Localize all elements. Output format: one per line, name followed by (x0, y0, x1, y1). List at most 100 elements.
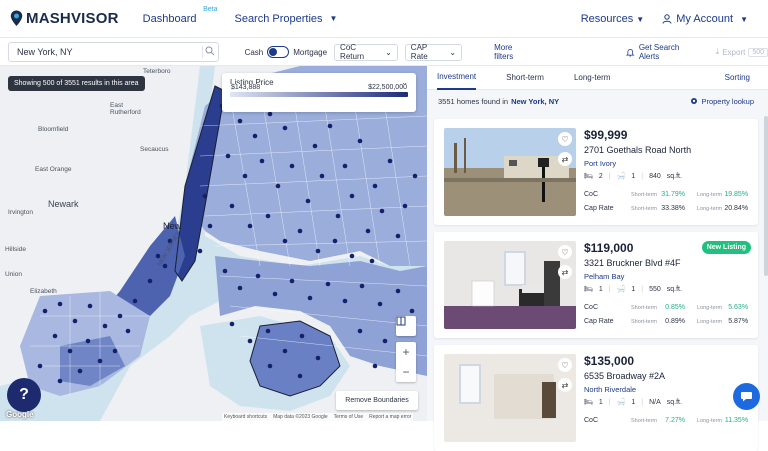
map-data-text: Map data ©2023 Google (273, 414, 328, 420)
search-alerts-button[interactable]: Get Search Alerts (626, 43, 697, 61)
cap-rate-dropdown[interactable]: CAP Rate ⌄ (404, 43, 463, 61)
beta-badge: Beta (203, 5, 218, 13)
listing-photo[interactable]: ♡ ⇄ (444, 128, 576, 216)
compare-icon[interactable]: ⇄ (558, 265, 572, 279)
short-term-label: Short-term (631, 205, 657, 212)
logo[interactable]: MASHVISOR (10, 10, 119, 27)
cap-short-value: 0.89% (665, 318, 685, 325)
compare-icon[interactable]: ⇄ (558, 378, 572, 392)
layers-button[interactable] (396, 316, 416, 336)
chevron-down-icon: ⌄ (385, 47, 392, 57)
nav-my-account[interactable]: My Account ▼ (662, 13, 748, 25)
listing-neighborhood[interactable]: North Riverdale (584, 385, 636, 394)
top-navigation: MASHVISOR Dashboard Beta Search Properti… (0, 0, 768, 38)
help-button[interactable]: ? (7, 378, 41, 412)
coc-row: CoC Short-term 31.79% Long-term 19.85% (584, 191, 751, 198)
search-icon[interactable] (201, 46, 214, 58)
strategy-tabs: Investment Short-term Long-term Sorting (427, 66, 768, 90)
keyboard-shortcuts-link[interactable]: Keyboard shortcuts (224, 414, 267, 420)
beds: 1 (598, 398, 603, 406)
listing-card[interactable]: ♡ ⇄ $119,000 New Listing 3321 Bruckner B… (434, 232, 758, 338)
cap-long-value: 20.84% (724, 205, 749, 212)
coc-label: CoC (584, 304, 599, 311)
listing-photo[interactable]: ♡ ⇄ (444, 354, 576, 442)
property-lookup-label: Property lookup (701, 96, 754, 106)
tab-investment[interactable]: Investment (437, 66, 477, 90)
tab-long-term[interactable]: Long-term (574, 66, 610, 90)
sqft: 550 (649, 285, 661, 293)
beds: 1 (598, 285, 603, 293)
compare-icon[interactable]: ⇄ (558, 152, 572, 166)
map-footer: Keyboard shortcuts Map data ©2023 Google… (222, 413, 414, 421)
sorting-button[interactable]: Sorting (725, 73, 750, 82)
map-view[interactable]: Teterboro East Rutherford Bloomfield Sec… (0, 66, 427, 421)
location-value: New York, NY (17, 47, 73, 57)
cap-rate-row: Cap Rate Short-term 0.89% Long-term 5.87… (584, 318, 751, 325)
property-lookup-button[interactable]: Property lookup (690, 97, 754, 106)
nav-search-label: Search Properties (234, 12, 323, 25)
short-term-label: Short-term (631, 191, 657, 198)
favorite-heart-icon[interactable]: ♡ (558, 358, 572, 372)
found-city: New York, NY (511, 96, 560, 106)
new-listing-badge: New Listing (701, 241, 751, 254)
more-filters-button[interactable]: More filters (494, 43, 531, 61)
zoom-in-button[interactable]: + (402, 342, 409, 362)
favorite-heart-icon[interactable]: ♡ (558, 245, 572, 259)
results-summary: 3551 homes found in New York, NY Propert… (427, 90, 768, 112)
remove-boundaries-button[interactable]: Remove Boundaries (336, 391, 418, 410)
chevron-down-icon: ▼ (636, 14, 645, 24)
cap-rate-label: CAP Rate (410, 43, 428, 61)
found-text: 3551 homes found in (438, 96, 509, 106)
coc-short-value: 31.79% (661, 191, 685, 198)
map-label-elizabeth: Elizabeth (30, 288, 57, 295)
coc-return-dropdown[interactable]: CoC Return ⌄ (334, 43, 398, 61)
location-search-input[interactable]: New York, NY (8, 42, 219, 62)
bed-icon: 🛏 (584, 286, 593, 293)
export-button[interactable]: ⤓ Export 500 (716, 47, 768, 57)
location-pin-icon (10, 10, 23, 27)
zoom-out-button[interactable]: − (402, 362, 409, 382)
listing-price: $135,000 (584, 354, 635, 368)
tab-short-term[interactable]: Short-term (506, 66, 544, 90)
map-canvas (0, 66, 427, 421)
chat-button[interactable] (733, 383, 760, 410)
results-scrollbar[interactable] (764, 116, 768, 276)
legend-gradient (230, 92, 408, 97)
sqft-unit: sq.ft. (666, 398, 682, 406)
map-label-secaucus: Secaucus (140, 146, 169, 153)
nav-resources[interactable]: Resources ▼ (581, 13, 645, 25)
listing-photo[interactable]: ♡ ⇄ (444, 241, 576, 329)
bell-icon (626, 48, 635, 57)
report-error-link[interactable]: Report a map error (369, 414, 411, 420)
cap-short-value: 33.38% (661, 205, 685, 212)
listing-address[interactable]: 6535 Broadway #2A (584, 371, 665, 381)
listing-neighborhood[interactable]: Pelham Bay (584, 272, 624, 281)
cap-long-value: 5.87% (728, 318, 749, 325)
coc-long-value: 5.63% (728, 304, 749, 311)
google-logo: Google (6, 410, 34, 419)
favorite-heart-icon[interactable]: ♡ (558, 132, 572, 146)
listing-address[interactable]: 3321 Bruckner Blvd #4F (584, 258, 681, 268)
listing-specs: 🛏 2 | 🛁 1 | 840 sq.ft. (584, 172, 682, 181)
nav-search-properties[interactable]: Search Properties ▼ (234, 13, 337, 25)
zoom-controls: + − (396, 342, 416, 382)
listing-neighborhood[interactable]: Port Ivory (584, 159, 616, 168)
bed-icon: 🛏 (584, 173, 593, 180)
layers-icon (396, 316, 406, 326)
sqft-unit: sq.ft. (666, 285, 682, 293)
sqft: N/A (649, 398, 661, 406)
sqft: 840 (649, 172, 661, 180)
listing-price: $99,999 (584, 128, 628, 142)
nav-dashboard[interactable]: Dashboard Beta (143, 6, 218, 25)
baths: 1 (631, 285, 636, 293)
logo-text: MASHVISOR (26, 10, 119, 27)
price-legend[interactable]: Listing Price ⌄ $143,888 $22,500,000 (222, 73, 416, 112)
cash-mortgage-toggle[interactable] (267, 46, 290, 58)
baths: 1 (631, 398, 636, 406)
listing-card[interactable]: ♡ ⇄ $135,000 6535 Broadway #2A North Riv… (434, 345, 758, 451)
listing-price: $119,000 (584, 241, 634, 255)
chat-icon (741, 392, 752, 402)
terms-link[interactable]: Terms of Use (334, 414, 363, 420)
listing-address[interactable]: 2701 Goethals Road North (584, 145, 691, 155)
listing-card[interactable]: ♡ ⇄ $99,999 2701 Goethals Road North Por… (434, 119, 758, 225)
